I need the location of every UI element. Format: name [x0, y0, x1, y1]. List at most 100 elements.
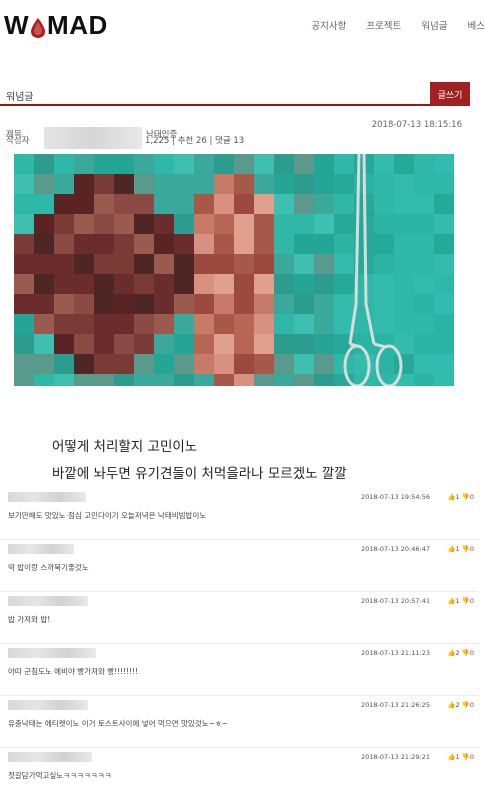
comment-date: 2018-07-13 20:57:41 — [360, 597, 430, 605]
mosaic-cell — [154, 314, 174, 334]
mosaic-cell — [254, 194, 274, 214]
mosaic-cell — [234, 254, 254, 274]
mosaic-cell — [214, 214, 234, 234]
mosaic-cell — [134, 154, 154, 174]
comment-votes[interactable]: 👍1 👎0 — [447, 545, 474, 553]
mosaic-cell — [134, 174, 154, 194]
mosaic-cell — [154, 194, 174, 214]
mosaic-cell — [54, 194, 74, 214]
mosaic-cell — [174, 314, 194, 334]
comment-votes[interactable]: 👍2 👎0 — [447, 701, 474, 709]
site-logo[interactable]: W MAD — [4, 10, 108, 41]
mosaic-cell — [314, 374, 334, 386]
mosaic-cell — [314, 174, 334, 194]
mosaic-cell — [434, 194, 454, 214]
mosaic-cell — [314, 354, 334, 374]
mosaic-cell — [274, 314, 294, 334]
mosaic-cell — [334, 274, 354, 294]
mosaic-cell — [94, 274, 114, 294]
nav-item-best-posts[interactable]: 워넘글 — [421, 18, 447, 32]
mosaic-cell — [94, 354, 114, 374]
mosaic-cell — [394, 174, 414, 194]
comment-date: 2018-07-13 21:26:25 — [360, 701, 430, 709]
mosaic-cell — [54, 214, 74, 234]
mosaic-cell — [414, 154, 434, 174]
mosaic-cell — [174, 354, 194, 374]
mosaic-cell — [14, 334, 34, 354]
mosaic-cell — [34, 254, 54, 274]
mosaic-cell — [154, 154, 174, 174]
mosaic-cell — [274, 154, 294, 174]
mosaic-cell — [334, 214, 354, 234]
mosaic-cell — [374, 314, 394, 334]
mosaic-cell — [214, 274, 234, 294]
mosaic-cell — [74, 214, 94, 234]
mosaic-cell — [314, 154, 334, 174]
write-post-button[interactable]: 글쓰기 — [430, 82, 470, 106]
post-date: 2018-07-13 18:15:16 — [371, 120, 462, 130]
mosaic-cell — [194, 154, 214, 174]
mosaic-cell — [154, 354, 174, 374]
mosaic-cell — [14, 374, 34, 386]
mosaic-cell — [394, 194, 414, 214]
mosaic-cell — [194, 274, 214, 294]
mosaic-cell — [154, 174, 174, 194]
comment-votes[interactable]: 👍1 👎0 — [447, 493, 474, 501]
comment-text: 보기만해도 맛있노 점심 고민다이기 오늘저녁은 낙태비빔밥이노 — [8, 511, 207, 520]
comment-date: 2018-07-13 21:11:23 — [360, 649, 430, 657]
mosaic-cell — [394, 314, 414, 334]
mosaic-cell — [194, 174, 214, 194]
mosaic-cell — [374, 254, 394, 274]
comment-item: 2018-07-13 21:11:23 👍2 👎0 아따 군침도노 에비야 빵가… — [0, 644, 478, 696]
mosaic-cell — [414, 274, 434, 294]
mosaic-cell — [94, 214, 114, 234]
mosaic-cell — [274, 234, 294, 254]
nav-item-best[interactable]: 베스 — [468, 18, 485, 32]
mosaic-cell — [154, 294, 174, 314]
mosaic-cell — [254, 374, 274, 386]
mosaic-cell — [334, 294, 354, 314]
mosaic-cell — [394, 254, 414, 274]
mosaic-cell — [74, 194, 94, 214]
mosaic-cell — [34, 314, 54, 334]
mosaic-cell — [114, 174, 134, 194]
mosaic-cell — [54, 354, 74, 374]
comment-author-redacted — [8, 492, 86, 502]
mosaic-cell — [34, 234, 54, 254]
comment-author-redacted — [8, 596, 88, 606]
mosaic-cell — [254, 294, 274, 314]
mosaic-cell — [274, 214, 294, 234]
post-stats: 1,225 | 추천 26 | 댓글 13 — [145, 136, 245, 146]
logo-text-right: MAD — [47, 10, 108, 40]
comment-votes[interactable]: 👍1 👎0 — [447, 753, 474, 761]
mosaic-cell — [354, 354, 374, 374]
comment-votes[interactable]: 👍1 👎0 — [447, 597, 474, 605]
mosaic-cell — [14, 214, 34, 234]
mosaic-cell — [14, 254, 34, 274]
mosaic-cell — [394, 294, 414, 314]
mosaic-cell — [134, 314, 154, 334]
comment-votes[interactable]: 👍2 👎0 — [447, 649, 474, 657]
mosaic-cell — [94, 374, 114, 386]
mosaic-cell — [334, 174, 354, 194]
mosaic-cell — [114, 154, 134, 174]
mosaic-cell — [214, 374, 234, 386]
mosaic-cell — [134, 334, 154, 354]
mosaic-cell — [34, 214, 54, 234]
mosaic-cell — [114, 374, 134, 386]
mosaic-cell — [174, 274, 194, 294]
nav-item-notice[interactable]: 공지사항 — [311, 18, 346, 32]
mosaic-cell — [254, 174, 274, 194]
mosaic-cell — [214, 354, 234, 374]
comment-item: 2018-07-13 20:46:47 👍1 👎0 딱 밥이랑 스까묵기좋것노 — [0, 540, 478, 592]
mosaic-cell — [54, 234, 74, 254]
mosaic-cell — [54, 314, 74, 334]
mosaic-cell — [274, 174, 294, 194]
mosaic-cell — [294, 354, 314, 374]
mosaic-cell — [234, 214, 254, 234]
nav-item-project[interactable]: 프로젝트 — [366, 18, 401, 32]
mosaic-cell — [94, 294, 114, 314]
mosaic-cell — [214, 194, 234, 214]
mosaic-cell — [34, 154, 54, 174]
mosaic-cell — [214, 334, 234, 354]
